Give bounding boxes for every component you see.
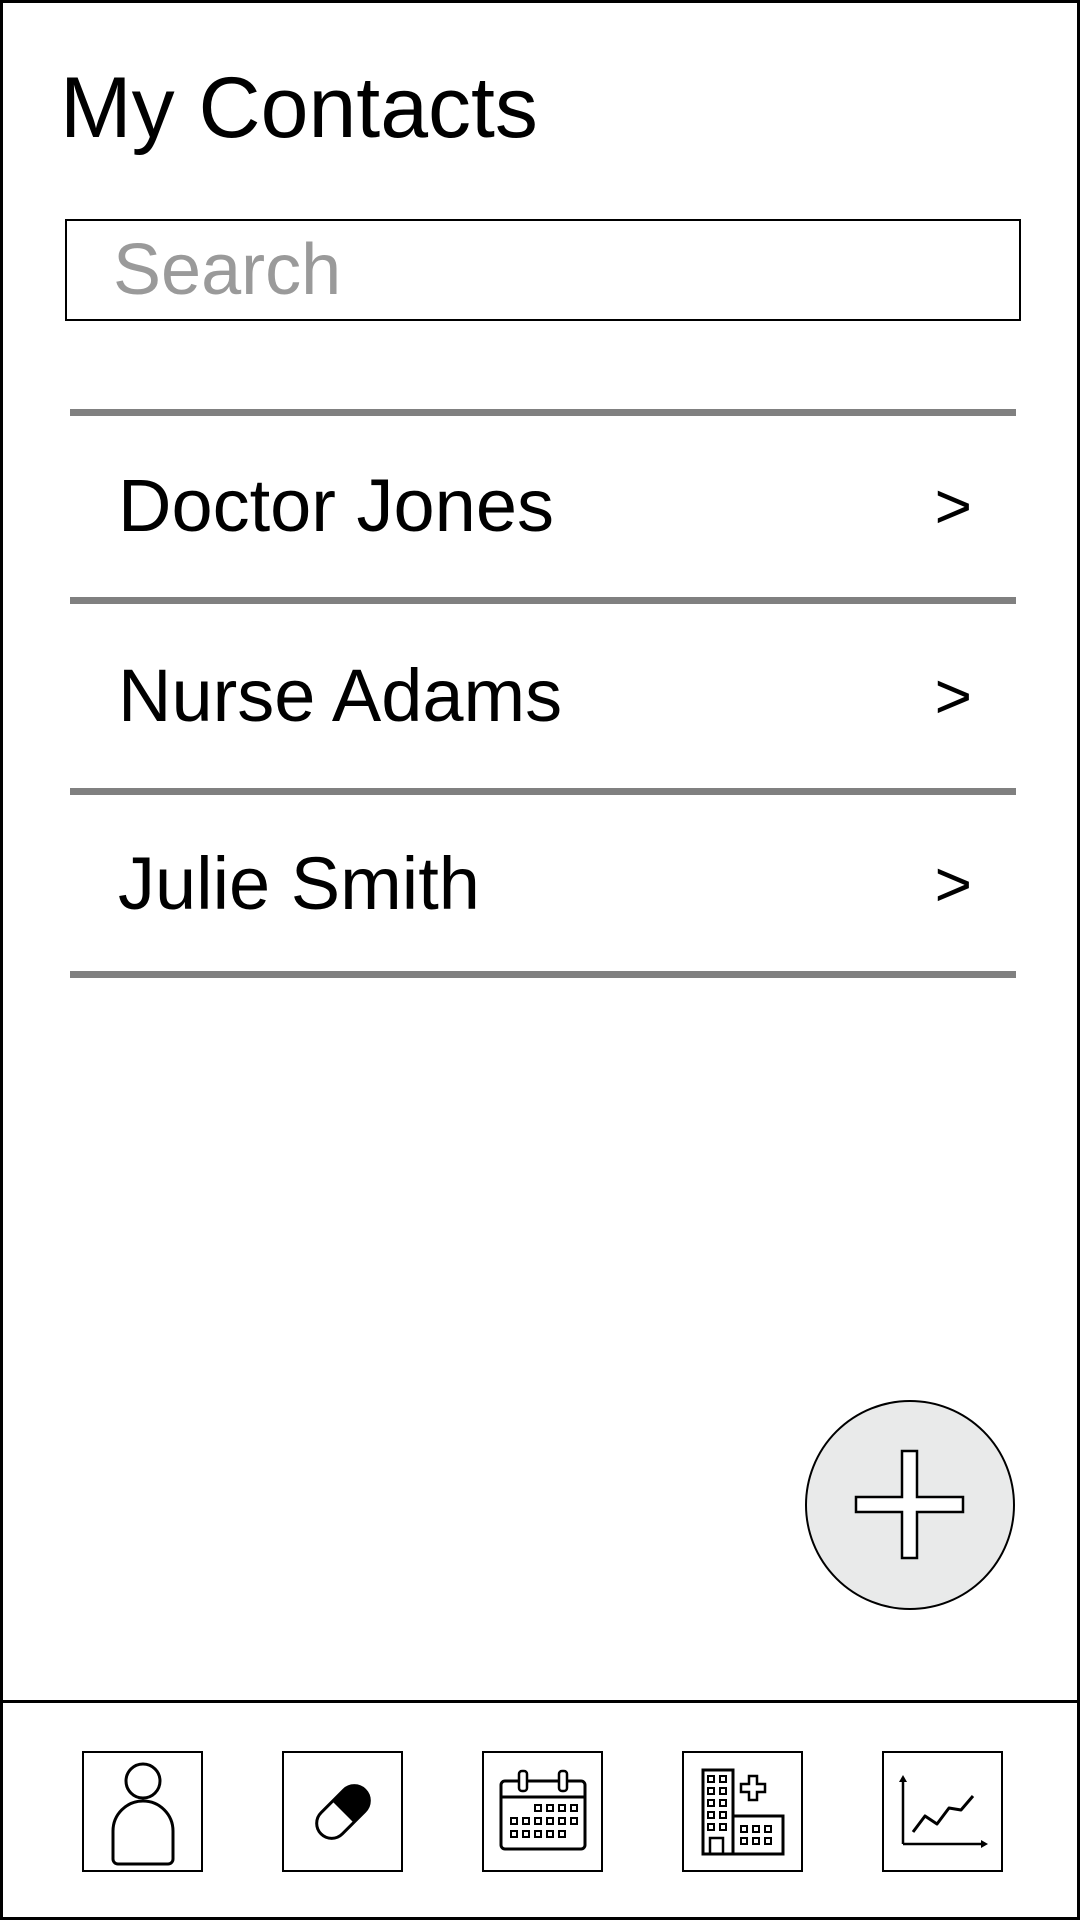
page-title: My Contacts xyxy=(60,60,538,156)
chevron-right-icon: > xyxy=(934,470,972,542)
contact-row-julie-smith[interactable]: Julie Smith > xyxy=(70,795,1016,973)
bottom-nav-divider xyxy=(3,1700,1077,1703)
person-icon xyxy=(111,1762,174,1865)
plus-icon xyxy=(854,1449,965,1560)
line-chart-icon xyxy=(898,1774,988,1848)
chevron-right-icon: > xyxy=(934,660,972,732)
list-divider xyxy=(70,597,1016,604)
list-divider xyxy=(70,971,1016,978)
chevron-right-icon: > xyxy=(934,848,972,920)
list-divider xyxy=(70,409,1016,416)
contact-name: Julie Smith xyxy=(118,842,480,925)
nav-hospitals-button[interactable] xyxy=(682,1751,803,1872)
nav-contacts-button[interactable] xyxy=(82,1751,203,1872)
add-contact-button[interactable] xyxy=(805,1400,1015,1610)
contacts-screen: My Contacts Doctor Jones > Nurse Adams >… xyxy=(0,0,1080,1920)
contact-name: Doctor Jones xyxy=(118,464,554,547)
search-input[interactable] xyxy=(65,219,1021,321)
nav-medications-button[interactable] xyxy=(282,1751,403,1872)
list-divider xyxy=(70,788,1016,795)
contact-row-nurse-adams[interactable]: Nurse Adams > xyxy=(70,604,1016,788)
calendar-icon xyxy=(499,1769,586,1850)
contact-row-doctor-jones[interactable]: Doctor Jones > xyxy=(70,416,1016,596)
nav-calendar-button[interactable] xyxy=(482,1751,603,1872)
nav-progress-button[interactable] xyxy=(882,1751,1003,1872)
contact-name: Nurse Adams xyxy=(118,654,563,737)
pill-icon xyxy=(314,1783,371,1840)
hospital-icon xyxy=(701,1768,784,1855)
